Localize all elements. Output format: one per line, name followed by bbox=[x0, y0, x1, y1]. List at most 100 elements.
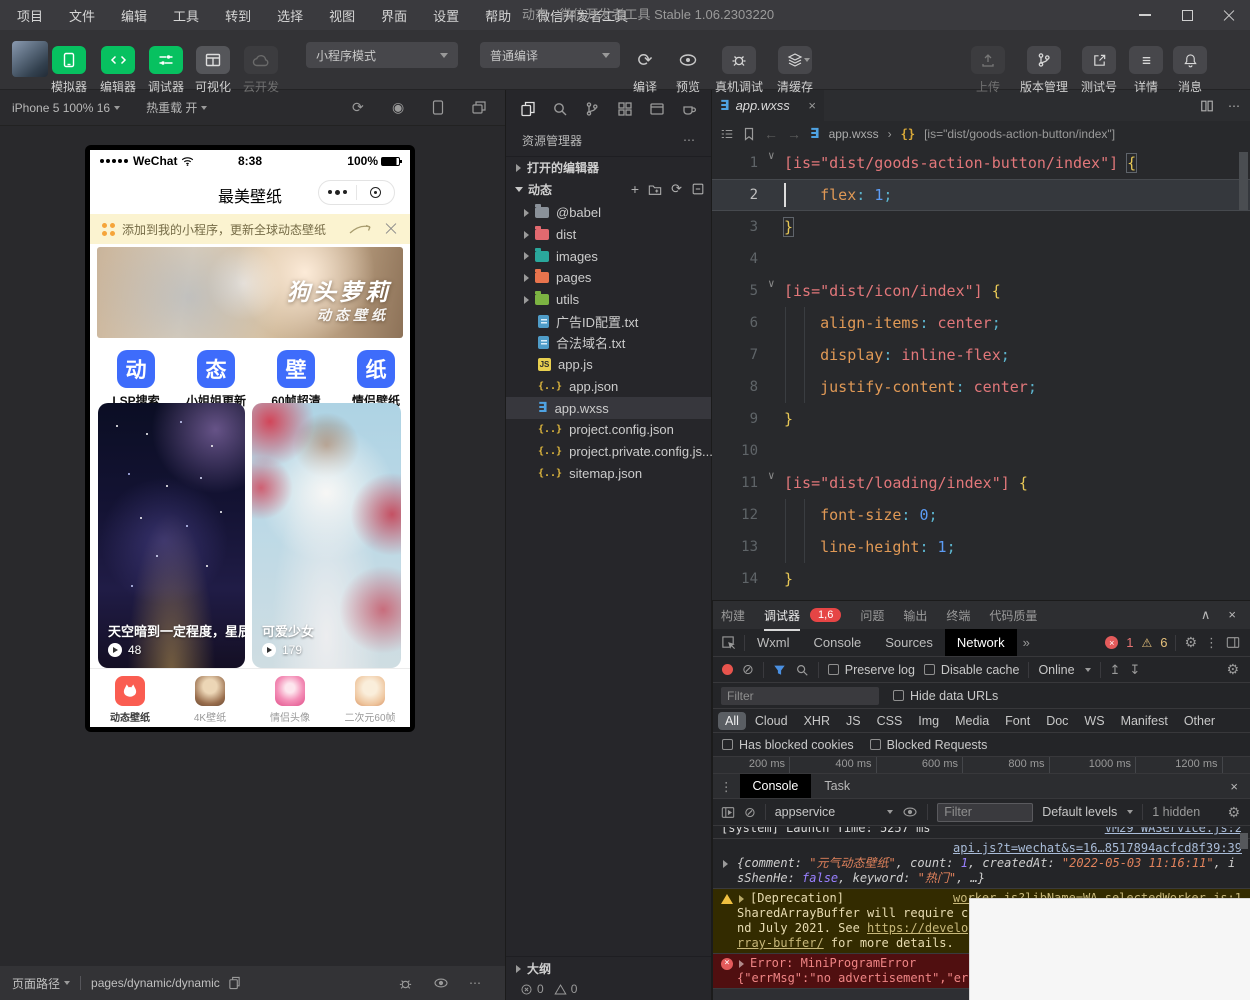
new-file-icon[interactable]: + bbox=[631, 181, 639, 197]
device-frame-icon[interactable] bbox=[432, 100, 444, 115]
clear-icon[interactable]: ⊘ bbox=[742, 661, 754, 678]
quick-action[interactable]: 态小姐姐更新 bbox=[186, 350, 246, 409]
more-icon[interactable] bbox=[319, 190, 356, 195]
tab-build[interactable]: 构建 bbox=[721, 607, 745, 624]
filter-pill-doc[interactable]: Doc bbox=[1039, 712, 1075, 730]
editor-scrollbar[interactable] bbox=[1239, 152, 1248, 210]
network-filter-input[interactable]: Filter bbox=[721, 687, 879, 705]
console-settings-icon[interactable]: ⚙ bbox=[1227, 804, 1242, 821]
phone-tab-item[interactable]: 4K壁纸 bbox=[170, 669, 250, 727]
filter-pill-img[interactable]: Img bbox=[911, 712, 946, 730]
tab-problems[interactable]: 问题 bbox=[860, 607, 884, 624]
console-scrollbar[interactable] bbox=[1240, 833, 1248, 849]
devtools-tab-sources[interactable]: Sources bbox=[873, 629, 945, 656]
copy-icon[interactable] bbox=[228, 976, 241, 990]
more-tabs-icon[interactable]: » bbox=[1017, 635, 1036, 650]
tree-item-folder[interactable]: images bbox=[506, 245, 711, 267]
menu-item[interactable]: 视图 bbox=[316, 6, 368, 25]
mode-select[interactable]: 小程序模式 bbox=[306, 42, 458, 68]
toolbar-editor-button[interactable]: 编辑器 bbox=[95, 46, 141, 95]
inspect-icon[interactable] bbox=[713, 635, 744, 650]
menu-item[interactable]: 设置 bbox=[420, 6, 472, 25]
preview-button[interactable]: 预览 bbox=[668, 46, 708, 95]
hero-banner[interactable]: 狗头萝莉 动态壁纸 bbox=[97, 247, 403, 338]
teacup-icon[interactable] bbox=[681, 101, 697, 117]
search-icon[interactable] bbox=[552, 101, 568, 117]
phone-tab-item[interactable]: 情侣头像 bbox=[250, 669, 330, 727]
test-account-button[interactable]: 测试号 bbox=[1076, 46, 1122, 95]
split-editor-icon[interactable] bbox=[1200, 99, 1214, 113]
maximize-button[interactable] bbox=[1166, 0, 1208, 30]
fold-icon[interactable]: ∨ bbox=[768, 140, 775, 172]
dock-side-icon[interactable] bbox=[1226, 636, 1240, 649]
bug-icon[interactable] bbox=[398, 976, 413, 991]
menu-item[interactable]: 界面 bbox=[368, 6, 420, 25]
tab-code-quality[interactable]: 代码质量 bbox=[989, 607, 1037, 624]
toolbar-debugger-button[interactable]: 调试器 bbox=[143, 46, 189, 95]
tab-terminal[interactable]: 终端 bbox=[946, 607, 970, 624]
outline-section[interactable]: 大纲 bbox=[506, 956, 711, 980]
live-expression-eye-icon[interactable] bbox=[902, 806, 918, 818]
console-sidebar-icon[interactable] bbox=[721, 806, 735, 819]
expand-icon[interactable] bbox=[739, 895, 744, 903]
tree-item-wxss[interactable]: ∃app.wxss bbox=[506, 397, 711, 419]
tab-output[interactable]: 输出 bbox=[903, 607, 927, 624]
export-har-icon[interactable]: ↧ bbox=[1129, 662, 1140, 678]
more-icon[interactable]: ⋮ bbox=[1205, 635, 1218, 651]
open-editors-section[interactable]: 打开的编辑器 bbox=[506, 156, 711, 178]
record-icon[interactable]: ◉ bbox=[392, 99, 404, 116]
messages-button[interactable]: 消息 bbox=[1168, 46, 1212, 95]
filter-funnel-icon[interactable] bbox=[773, 664, 786, 676]
log-levels-select[interactable]: Default levels bbox=[1042, 805, 1133, 819]
tree-item-txt[interactable]: 广告ID配置.txt bbox=[506, 310, 711, 332]
bookmark-icon[interactable] bbox=[743, 127, 755, 141]
menu-item[interactable]: 编辑 bbox=[108, 6, 160, 25]
devtools-tab-network[interactable]: Network bbox=[945, 629, 1017, 656]
tree-item-json[interactable]: {..}project.config.json bbox=[506, 419, 711, 441]
wallpaper-card[interactable]: 可爱少女 179 bbox=[252, 403, 401, 668]
tree-item-folder[interactable]: pages bbox=[506, 267, 711, 289]
menu-item[interactable]: 帮助 bbox=[472, 6, 524, 25]
git-branch-icon[interactable] bbox=[584, 101, 600, 117]
details-button[interactable]: 详情 bbox=[1126, 46, 1166, 95]
rotate-icon[interactable]: ⟳ bbox=[352, 99, 364, 116]
tree-item-folder[interactable]: dist bbox=[506, 224, 711, 246]
tab-debugger[interactable]: 调试器 bbox=[764, 607, 800, 624]
devtools-tab-console[interactable]: Console bbox=[802, 629, 874, 656]
version-management-button[interactable]: 版本管理 bbox=[1014, 46, 1074, 95]
quick-action[interactable]: 壁60帧超清 bbox=[266, 350, 326, 409]
drawer-tab-task[interactable]: Task bbox=[811, 774, 863, 798]
expand-icon[interactable] bbox=[739, 960, 744, 968]
capsule-menu[interactable] bbox=[318, 180, 395, 205]
remote-debug-button[interactable]: 真机调试 bbox=[712, 46, 766, 95]
clear-cache-button[interactable]: 清缓存 bbox=[770, 46, 820, 95]
filter-pill-manifest[interactable]: Manifest bbox=[1114, 712, 1175, 730]
exit-icon[interactable] bbox=[357, 187, 394, 198]
user-avatar[interactable] bbox=[12, 41, 48, 77]
close-icon[interactable] bbox=[384, 222, 398, 236]
quick-action[interactable]: 纸情侣壁纸 bbox=[346, 350, 406, 409]
collapse-panel-icon[interactable]: ∧ bbox=[1201, 607, 1211, 623]
more-icon[interactable]: ⋯ bbox=[1228, 99, 1240, 113]
window-icon[interactable] bbox=[649, 101, 665, 117]
phone-tab-item[interactable]: 二次元60帧 bbox=[330, 669, 410, 727]
menu-item[interactable]: 工具 bbox=[160, 6, 212, 25]
throttling-select[interactable]: Online bbox=[1038, 663, 1090, 677]
hot-reload-toggle[interactable]: 热重载 开 bbox=[146, 99, 207, 116]
filter-pill-xhr[interactable]: XHR bbox=[797, 712, 837, 730]
page-path-label[interactable]: 页面路径 bbox=[12, 975, 60, 992]
close-drawer-icon[interactable]: × bbox=[1230, 779, 1250, 794]
refresh-icon[interactable]: ⟳ bbox=[671, 181, 682, 197]
filter-pill-media[interactable]: Media bbox=[948, 712, 996, 730]
menu-item[interactable]: 项目 bbox=[4, 6, 56, 25]
extensions-icon[interactable] bbox=[617, 101, 633, 117]
compile-button[interactable]: ⟳ 编译 bbox=[625, 46, 665, 95]
separate-window-icon[interactable] bbox=[472, 101, 486, 114]
menu-item[interactable]: 转到 bbox=[212, 6, 264, 25]
expand-icon[interactable] bbox=[723, 860, 728, 868]
context-select[interactable]: appservice bbox=[775, 805, 893, 819]
disable-cache-checkbox[interactable]: Disable cache bbox=[924, 663, 1020, 677]
breadcrumb-rule[interactable]: [is="dist/goods-action-button/index"] bbox=[924, 127, 1115, 141]
drawer-tab-console[interactable]: Console bbox=[740, 774, 812, 798]
toolbar-simulator-button[interactable]: 模拟器 bbox=[46, 46, 92, 95]
